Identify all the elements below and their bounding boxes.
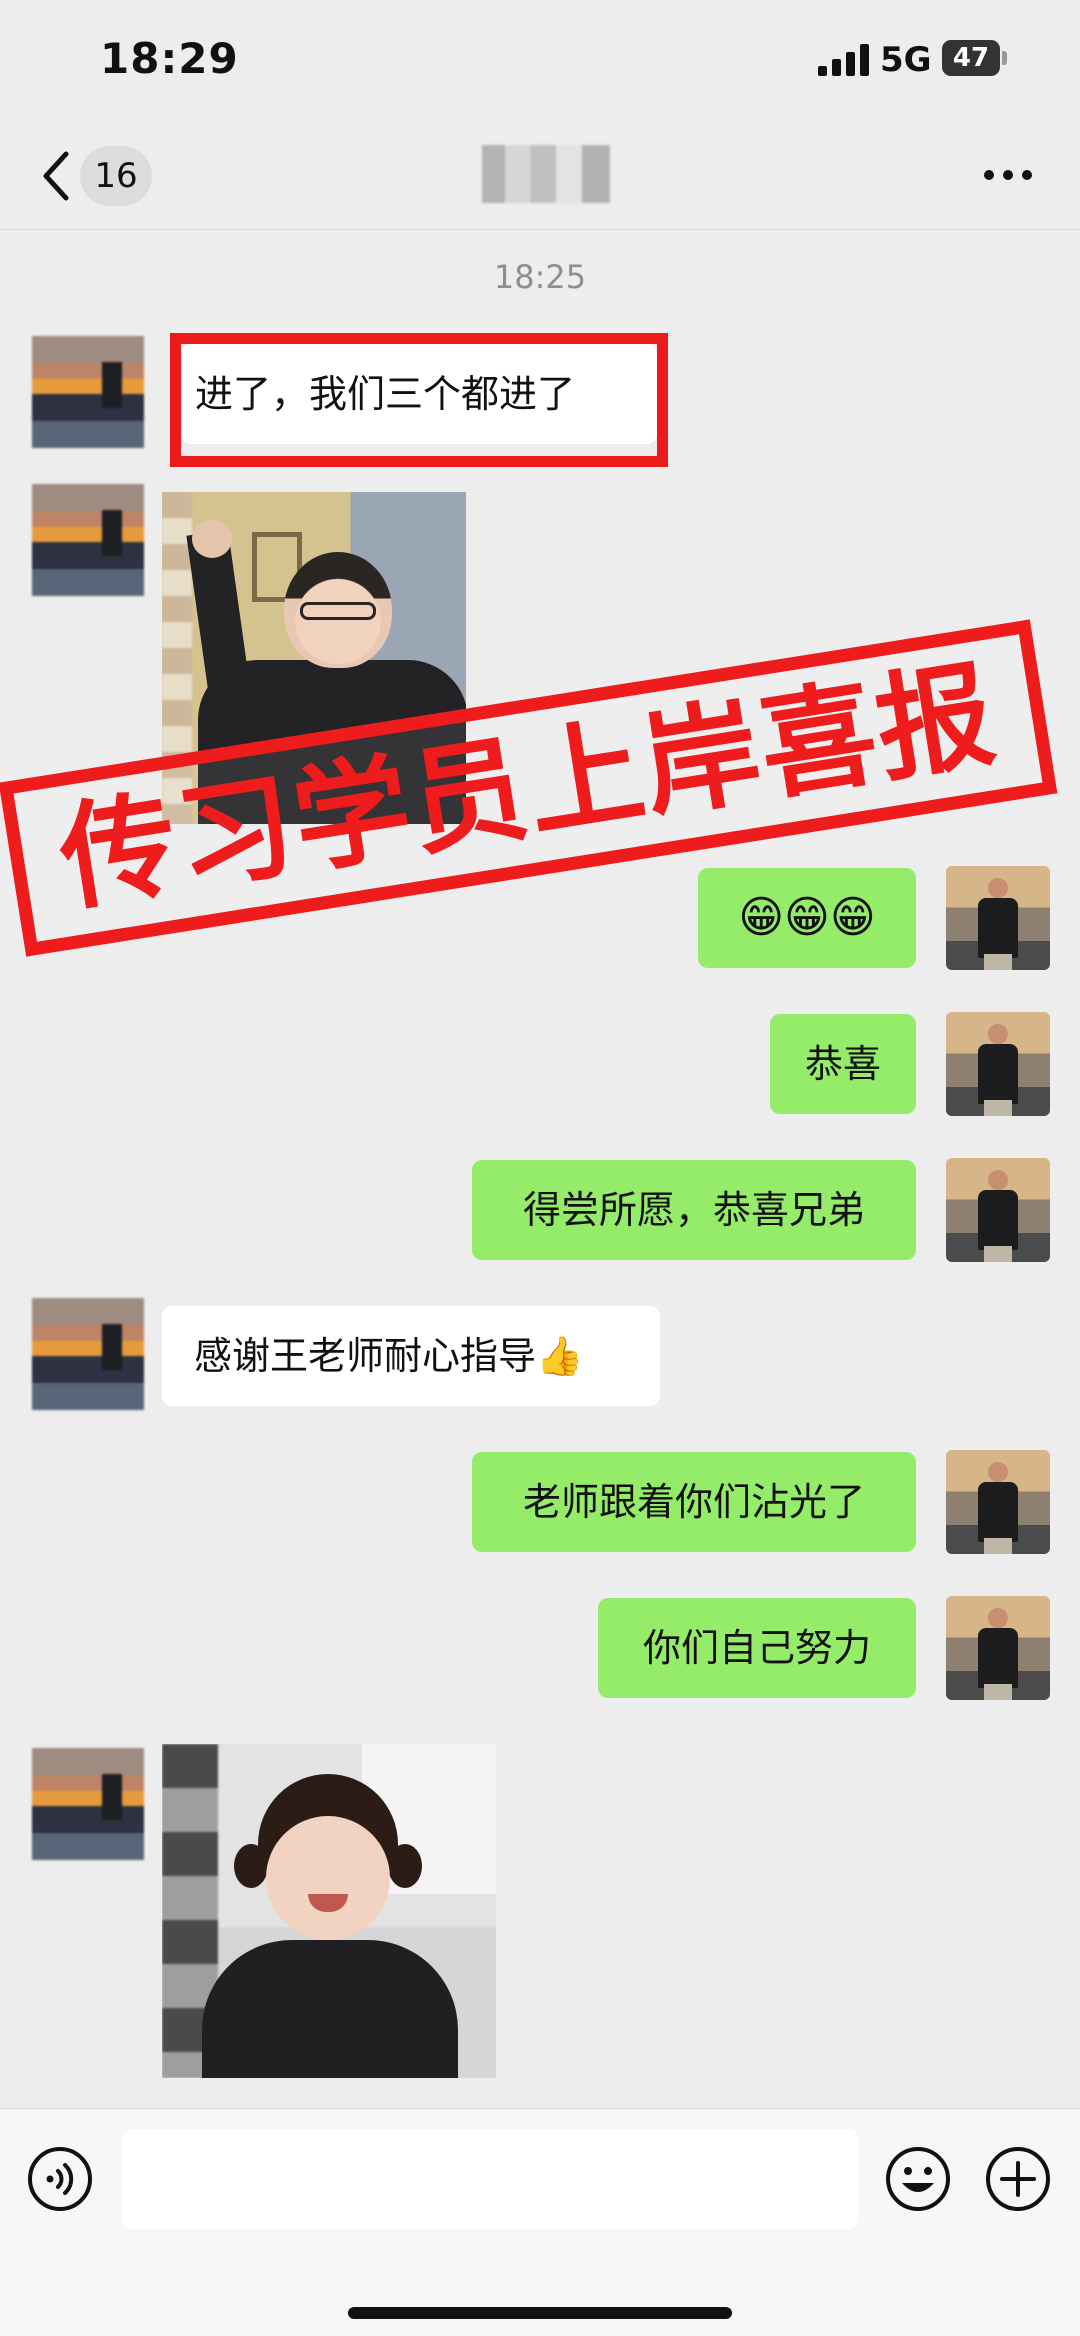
unread-count-badge[interactable]: 16 — [80, 146, 152, 206]
back-chevron-icon[interactable] — [38, 150, 74, 202]
red-highlight-box — [170, 333, 668, 467]
outgoing-message-bubble[interactable]: 你们自己努力 — [598, 1598, 916, 1698]
my-avatar[interactable] — [946, 1012, 1050, 1116]
chat-input-bar — [0, 2108, 1080, 2336]
battery-icon: 47 — [942, 40, 1000, 76]
my-avatar[interactable] — [946, 1158, 1050, 1262]
glasses — [300, 602, 376, 620]
contact-avatar[interactable] — [32, 484, 144, 596]
plus-icon[interactable] — [984, 2145, 1052, 2213]
contact-avatar[interactable] — [32, 1298, 144, 1410]
battery-cap — [1002, 51, 1007, 65]
status-time: 18:29 — [100, 34, 239, 83]
contact-avatar[interactable] — [32, 336, 144, 448]
incoming-photo-message[interactable] — [162, 1744, 496, 2078]
chat-header: 16 — [0, 120, 1080, 230]
child-face — [266, 1816, 390, 1940]
chat-title-blurred — [482, 145, 610, 203]
outgoing-message-bubble[interactable]: 恭喜 — [770, 1014, 916, 1114]
grinning-emoji: 😁😁😁 — [738, 892, 876, 943]
outgoing-message-bubble[interactable]: 😁😁😁 — [698, 868, 916, 968]
person-hand — [192, 520, 232, 558]
voice-input-icon[interactable] — [26, 2145, 94, 2213]
message-timestamp: 18:25 — [493, 258, 587, 296]
my-avatar[interactable] — [946, 866, 1050, 970]
more-options-icon[interactable] — [982, 168, 1034, 182]
message-text: 感谢王老师耐心指导 — [194, 1334, 537, 1378]
incoming-message-bubble[interactable]: 感谢王老师耐心指导👍 — [162, 1306, 660, 1406]
outgoing-message-bubble[interactable]: 老师跟着你们沾光了 — [472, 1452, 916, 1552]
my-avatar[interactable] — [946, 1450, 1050, 1554]
emoji-icon[interactable] — [884, 2145, 952, 2213]
status-bar: 18:29 5G 47 — [0, 0, 1080, 120]
network-type: 5G — [880, 40, 932, 80]
thumbs-up-emoji: 👍 — [536, 1334, 584, 1378]
my-avatar[interactable] — [946, 1596, 1050, 1700]
signal-icon — [818, 44, 869, 76]
message-input[interactable] — [122, 2129, 858, 2229]
child-coat — [202, 1940, 458, 2078]
contact-avatar[interactable] — [32, 1748, 144, 1860]
home-indicator[interactable] — [348, 2307, 732, 2319]
outgoing-message-bubble[interactable]: 得尝所愿，恭喜兄弟 — [472, 1160, 916, 1260]
